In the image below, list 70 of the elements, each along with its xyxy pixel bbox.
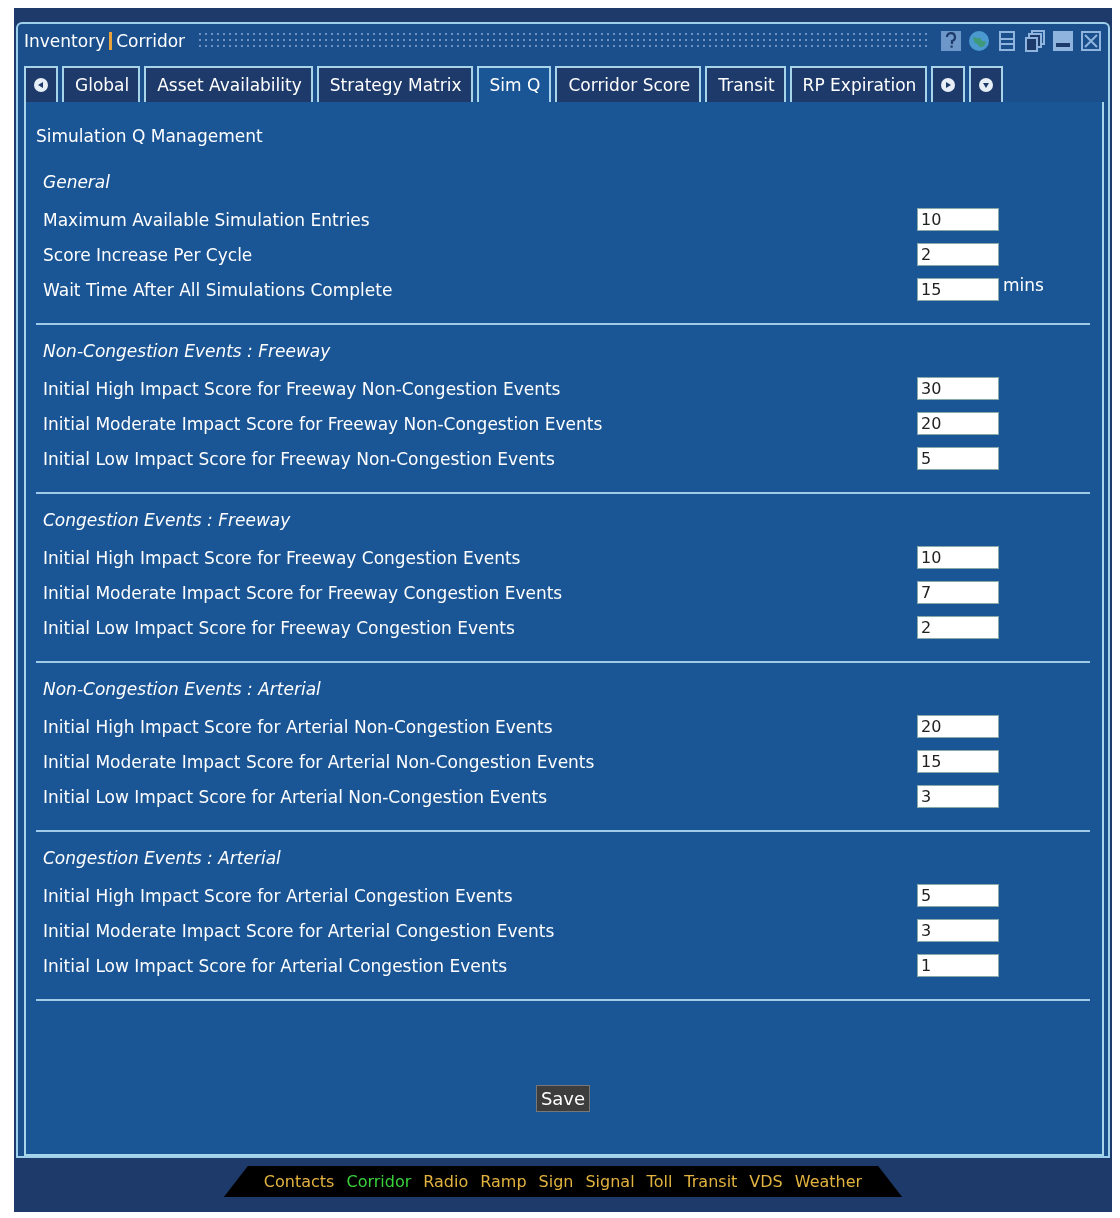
input-field[interactable]: 10 (917, 208, 999, 231)
minimize-icon[interactable] (1052, 30, 1074, 52)
nav-link[interactable]: Toll (646, 1172, 673, 1191)
unit-label: mins (1003, 274, 1044, 295)
field-label: Initial Low Impact Score for Arterial Non-Congestion Events (43, 786, 549, 807)
input-field[interactable]: 5 (917, 884, 999, 907)
input-field[interactable]: 20 (917, 412, 999, 435)
field-label: Initial Moderate Impact Score for Freeway Non-Congestion Events (43, 413, 604, 434)
nav-link[interactable]: Contacts (263, 1172, 335, 1191)
input-field[interactable]: 1 (917, 954, 999, 977)
globe-icon[interactable] (968, 30, 990, 52)
tab[interactable]: RP Expiration (789, 66, 928, 102)
field-label: Initial Moderate Impact Score for Freeway Congestion Events (43, 582, 564, 603)
tab[interactable]: Global (62, 66, 141, 102)
input-field[interactable]: 3 (917, 919, 999, 942)
arrow-right-icon (940, 77, 957, 93)
field-label: Initial Moderate Impact Score for Arterial Non-Congestion Events (43, 751, 596, 772)
input-field[interactable]: 20 (917, 715, 999, 738)
tab[interactable]: Transit (705, 66, 786, 102)
nav-link[interactable]: Weather (794, 1172, 863, 1191)
arrow-left-icon (33, 77, 49, 93)
nav-link[interactable]: Signal (585, 1172, 635, 1191)
field-label: Initial High Impact Score for Arterial Non-Congestion Events (43, 716, 554, 737)
printer-icon[interactable] (996, 30, 1018, 52)
field-label: Initial High Impact Score for Freeway Non-Congestion Events (43, 378, 562, 399)
nav-link[interactable]: Radio (423, 1172, 469, 1191)
caret-down-icon (978, 77, 995, 93)
field-label: Maximum Available Simulation Entries (43, 209, 371, 230)
input-field[interactable]: 3 (917, 785, 999, 808)
save-button[interactable]: Save (535, 1085, 591, 1112)
scroll-left-button[interactable] (24, 66, 58, 102)
field-label: Score Increase Per Cycle (43, 244, 254, 265)
page-heading: Simulation Q Management (36, 126, 264, 146)
nav-link[interactable]: Ramp (480, 1172, 527, 1191)
section-title: Non-Congestion Events : Freeway (43, 340, 332, 363)
section-title: Congestion Events : Arterial (43, 847, 282, 870)
section-title: General (43, 171, 111, 194)
tab[interactable]: Strategy Matrix (316, 66, 473, 102)
window-subtitle: Corridor (116, 31, 186, 51)
input-field[interactable]: 5 (917, 447, 999, 470)
tab[interactable]: Corridor Score (555, 66, 702, 102)
input-field[interactable]: 7 (917, 581, 999, 604)
field-label: Initial Low Impact Score for Freeway Non-Congestion Events (43, 448, 556, 469)
nav-link[interactable]: VDS (749, 1172, 783, 1191)
section-title: Congestion Events : Freeway (43, 509, 292, 532)
tab-menu-button[interactable] (969, 66, 1004, 102)
field-label: Initial High Impact Score for Freeway Congestion Events (43, 547, 522, 568)
nav-link[interactable]: Corridor (346, 1172, 412, 1191)
window-title: Inventory (24, 31, 106, 51)
title-separator (109, 32, 113, 50)
field-label: Initial Low Impact Score for Freeway Congestion Events (43, 617, 516, 638)
input-field[interactable]: 15 (917, 278, 999, 301)
field-label: Initial Low Impact Score for Arterial Congestion Events (43, 955, 508, 976)
help-icon[interactable] (940, 30, 962, 52)
input-field[interactable]: 30 (917, 377, 999, 400)
field-label: Initial High Impact Score for Arterial Congestion Events (43, 885, 514, 906)
field-label: Initial Moderate Impact Score for Arterial Congestion Events (43, 920, 556, 941)
input-field[interactable]: 10 (917, 546, 999, 569)
field-label: Wait Time After All Simulations Complete (43, 279, 394, 300)
input-field[interactable]: 2 (917, 616, 999, 639)
nav-link[interactable]: Sign (538, 1172, 574, 1191)
tab[interactable]: Sim Q (476, 66, 552, 102)
section-title: Non-Congestion Events : Arterial (43, 678, 322, 701)
nav-link[interactable]: Transit (684, 1172, 738, 1191)
input-field[interactable]: 15 (917, 750, 999, 773)
close-icon[interactable] (1080, 30, 1102, 52)
tab[interactable]: Asset Availability (144, 66, 313, 102)
input-field[interactable]: 2 (917, 243, 999, 266)
windows-icon[interactable] (1024, 30, 1046, 52)
scroll-right-button[interactable] (931, 66, 966, 102)
